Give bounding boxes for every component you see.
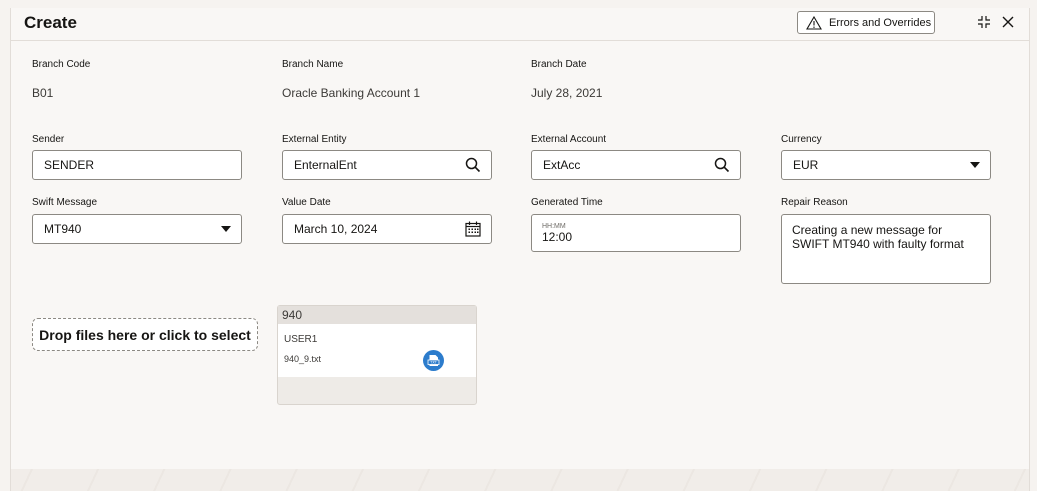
- swift-message-label: Swift Message: [32, 197, 98, 208]
- expand-icon[interactable]: [977, 15, 991, 29]
- swift-message-value: MT940: [44, 222, 82, 236]
- repair-reason-textarea[interactable]: Creating a new message for SWIFT MT940 w…: [781, 214, 991, 284]
- external-entity-label: External Entity: [282, 134, 347, 145]
- value-date-label: Value Date: [282, 197, 331, 208]
- currency-value: EUR: [793, 158, 819, 172]
- external-entity-input[interactable]: EnternalEnt: [282, 150, 492, 180]
- repair-reason-label: Repair Reason: [781, 197, 848, 208]
- dialog-header: Create Errors and Overrides: [11, 8, 1029, 38]
- external-account-value: ExtAcc: [543, 158, 581, 172]
- value-date-value: March 10, 2024: [294, 222, 378, 236]
- currency-select[interactable]: EUR: [781, 150, 991, 180]
- chevron-down-icon: [970, 162, 980, 168]
- txt-file-icon[interactable]: TXT: [423, 350, 444, 371]
- branch-date-label: Branch Date: [531, 59, 587, 70]
- file-dropzone[interactable]: Drop files here or click to select: [32, 318, 258, 351]
- value-date-input[interactable]: March 10, 2024: [282, 214, 492, 244]
- create-dialog: Create Errors and Overrides Branch Code …: [10, 8, 1030, 491]
- svg-text:TXT: TXT: [429, 361, 437, 365]
- branch-name-label: Branch Name: [282, 59, 344, 70]
- generated-time-input[interactable]: HH:MM 12:00: [531, 214, 741, 252]
- swift-message-select[interactable]: MT940: [32, 214, 242, 244]
- close-icon[interactable]: [1001, 15, 1015, 29]
- sender-value: SENDER: [44, 158, 95, 172]
- currency-label: Currency: [781, 134, 822, 145]
- file-card-filename: 940_9.txt: [284, 354, 322, 364]
- external-entity-value: EnternalEnt: [294, 158, 357, 172]
- warning-icon: [806, 15, 822, 30]
- calendar-icon[interactable]: [465, 221, 481, 237]
- file-card: 940 USER1 940_9.txt TXT: [277, 305, 477, 405]
- file-card-user: USER1: [284, 334, 318, 345]
- footer-decoration: [11, 469, 1029, 491]
- file-card-body: USER1 940_9.txt TXT: [278, 324, 476, 377]
- branch-name-value: Oracle Banking Account 1: [282, 86, 421, 100]
- branch-date-value: July 28, 2021: [531, 86, 603, 100]
- page-title: Create: [24, 13, 77, 32]
- generated-time-label: Generated Time: [531, 197, 603, 208]
- search-icon[interactable]: [465, 157, 481, 173]
- generated-time-value: 12:00: [542, 230, 573, 244]
- chevron-down-icon: [221, 226, 231, 232]
- sender-input[interactable]: SENDER: [32, 150, 242, 180]
- file-card-header: 940: [278, 306, 476, 324]
- sender-label: Sender: [32, 134, 65, 145]
- branch-code-label: Branch Code: [32, 59, 91, 70]
- errors-button-label: Errors and Overrides: [829, 16, 932, 29]
- external-account-input[interactable]: ExtAcc: [531, 150, 741, 180]
- header-divider: [11, 40, 1029, 41]
- errors-and-overrides-button[interactable]: Errors and Overrides: [797, 11, 935, 34]
- search-icon[interactable]: [714, 157, 730, 173]
- external-account-label: External Account: [531, 134, 607, 145]
- branch-code-value: B01: [32, 86, 54, 100]
